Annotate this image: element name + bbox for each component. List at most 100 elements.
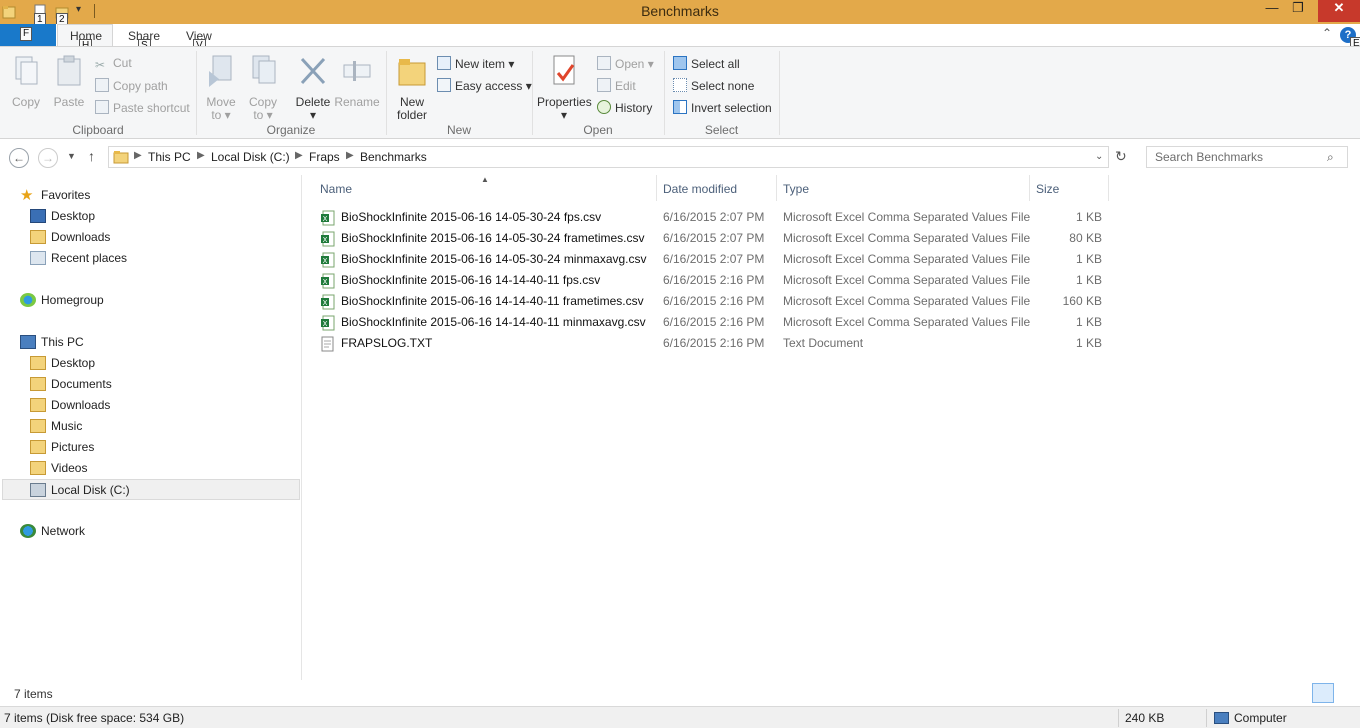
nav-pc-pictures[interactable]: Pictures [30,437,94,458]
new-folder-button[interactable]: New folder [392,53,432,122]
file-type: Text Document [783,336,864,350]
properties-dropdown-icon[interactable]: ▾ [537,109,591,122]
file-date-modified: 6/16/2015 2:16 PM [663,273,765,287]
paste-button[interactable]: Paste [49,53,89,109]
refresh-icon[interactable]: ↻ [1115,148,1127,165]
properties-button[interactable]: Properties ▾ [537,53,592,122]
column-header-name[interactable]: Name [320,182,352,196]
nav-favorites[interactable]: ★ Favorites [20,185,90,206]
address-bar[interactable]: ▶ This PC ▶ Local Disk (C:) ▶ Fraps ▶ Be… [108,146,1109,168]
downloads-folder-icon [30,398,46,412]
delete-dropdown-icon[interactable]: ▾ [292,109,334,122]
nav-pc-desktop[interactable]: Desktop [30,353,95,374]
breadcrumb-benchmarks[interactable]: Benchmarks [360,150,427,164]
breadcrumb-separator-icon[interactable]: ▶ [197,150,205,161]
new-item-button[interactable]: New item ▾ [437,56,514,71]
excel-csv-icon: X [321,315,335,331]
select-none-label: Select none [691,79,755,93]
file-row[interactable]: FRAPSLOG.TXT 6/16/2015 2:16 PM Text Docume… [318,333,1118,354]
file-row[interactable]: X BioShockInfinite 2015-06-16 14-05-30-24… [318,228,1118,249]
nav-fav-downloads[interactable]: Downloads [30,227,110,248]
desktop-folder-icon [30,356,46,370]
move-to-button[interactable]: Move to ▾ [202,53,240,122]
column-header-size[interactable]: Size [1036,182,1059,196]
breadcrumb-fraps[interactable]: Fraps [309,150,340,164]
nav-network[interactable]: Network [20,521,85,542]
column-header-date[interactable]: Date modified [663,182,737,196]
text-document-icon [321,336,334,352]
file-row[interactable]: X BioShockInfinite 2015-06-16 14-05-30-24… [318,207,1118,228]
svg-text:X: X [323,320,328,328]
copy-button[interactable]: Copy [6,53,46,109]
new-item-icon [437,56,451,70]
group-label-new: New [446,123,471,137]
history-label: History [615,101,653,115]
nav-pc-videos-label: Videos [51,461,88,475]
nav-homegroup[interactable]: Homegroup [20,290,104,311]
select-all-button[interactable]: Select all [673,56,740,71]
column-separator[interactable] [656,175,657,201]
hard-drive-icon [30,483,46,497]
new-folder-label-2: folder [396,108,428,122]
invert-selection-button[interactable]: Invert selection [673,100,772,115]
large-icons-view-icon[interactable] [1336,683,1356,703]
breadcrumb-this-pc[interactable]: This PC [148,150,191,164]
file-type: Microsoft Excel Comma Separated Values F… [783,273,1031,287]
file-row[interactable]: X BioShockInfinite 2015-06-16 14-05-30-24… [318,249,1118,270]
breadcrumb-local-disk[interactable]: Local Disk (C:) [211,150,290,164]
svg-text:X: X [323,257,328,265]
address-dropdown-icon[interactable]: ⌄ [1095,151,1103,162]
forward-arrow-icon[interactable]: → [38,148,58,168]
open-label: Open ▾ [615,57,654,71]
file-row[interactable]: X BioShockInfinite 2015-06-16 14-14-40-11… [318,291,1118,312]
open-button[interactable]: Open ▾ [597,56,654,71]
disk-info: 7 items (Disk free space: 534 GB) [4,711,185,725]
breadcrumb-separator-icon[interactable]: ▶ [134,150,142,161]
collapse-ribbon-icon[interactable]: ⌃ [1322,26,1332,40]
minimize-button[interactable]: — [1262,0,1282,22]
nav-this-pc[interactable]: This PC [20,332,84,353]
paste-shortcut-button[interactable]: Paste shortcut [95,100,190,115]
restore-button[interactable]: ❐ [1288,0,1308,22]
details-view-icon[interactable] [1312,683,1334,703]
search-input[interactable] [1146,146,1348,168]
breadcrumb-separator-icon[interactable]: ▶ [295,150,303,161]
column-separator[interactable] [1108,175,1109,201]
column-header-type[interactable]: Type [783,182,809,196]
file-date-modified: 6/16/2015 2:16 PM [663,315,765,329]
nav-pc-documents[interactable]: Documents [30,374,112,395]
close-button[interactable]: ✕ [1318,0,1360,22]
open-icon [597,56,611,70]
cut-button[interactable]: ✂ Cut [95,56,132,72]
search-icon[interactable]: ⌕ [1327,150,1334,165]
easy-access-button[interactable]: Easy access ▾ [437,78,532,93]
history-button[interactable]: History [597,100,652,115]
file-row[interactable]: X BioShockInfinite 2015-06-16 14-14-40-11… [318,312,1118,333]
nav-fav-recent[interactable]: Recent places [30,248,127,269]
nav-pc-music[interactable]: Music [30,416,82,437]
edit-button[interactable]: Edit [597,78,636,93]
breadcrumb-separator-icon[interactable]: ▶ [346,150,354,161]
recent-locations-icon[interactable]: ▼ [67,151,76,161]
invert-selection-icon [673,100,687,114]
location-label: Computer [1234,711,1287,725]
navigation-pane: ★ Favorites Desktop Downloads Recent plac… [0,175,302,680]
delete-button[interactable]: Delete ▾ [292,53,334,122]
up-arrow-icon[interactable]: ↑ [88,148,95,164]
move-to-icon [209,55,232,87]
nav-pc-local-disk[interactable]: Local Disk (C:) [2,479,300,500]
select-none-button[interactable]: Select none [673,78,754,93]
nav-pc-videos[interactable]: Videos [30,458,87,479]
status-bar: 7 items [0,680,1360,706]
rename-button[interactable]: Rename [334,53,380,109]
back-arrow-icon[interactable]: ← [9,148,29,168]
file-row[interactable]: X BioShockInfinite 2015-06-16 14-14-40-11… [318,270,1118,291]
column-separator[interactable] [776,175,777,201]
copy-path-button[interactable]: Copy path [95,78,168,93]
nav-fav-desktop[interactable]: Desktop [30,206,95,227]
file-name: BioShockInfinite 2015-06-16 14-05-30-24 … [341,252,647,266]
column-separator[interactable] [1029,175,1030,201]
nav-pc-downloads[interactable]: Downloads [30,395,110,416]
copy-to-button[interactable]: Copy to ▾ [244,53,282,122]
downloads-folder-icon [30,230,46,244]
